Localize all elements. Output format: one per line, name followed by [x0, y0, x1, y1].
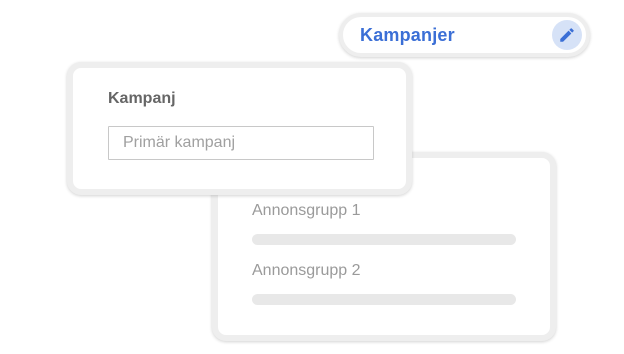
ad-group-label-2: Annonsgrupp 2: [252, 262, 361, 279]
campaigns-title: Kampanjer: [360, 25, 455, 45]
campaign-name-input[interactable]: [108, 126, 374, 160]
illustration-stage: Kampanjer Annonsgrupp 1 Annonsgrupp 2 Ka…: [0, 0, 624, 354]
campaigns-pill: Kampanjer: [339, 13, 590, 57]
pencil-icon: [560, 28, 574, 42]
edit-button[interactable]: [552, 20, 582, 50]
campaign-label: Kampanj: [108, 90, 176, 107]
ad-group-bar-2: [252, 294, 516, 305]
ad-group-label-1: Annonsgrupp 1: [252, 202, 361, 219]
ad-group-bar-1: [252, 234, 516, 245]
campaign-card: Kampanj: [67, 62, 412, 195]
